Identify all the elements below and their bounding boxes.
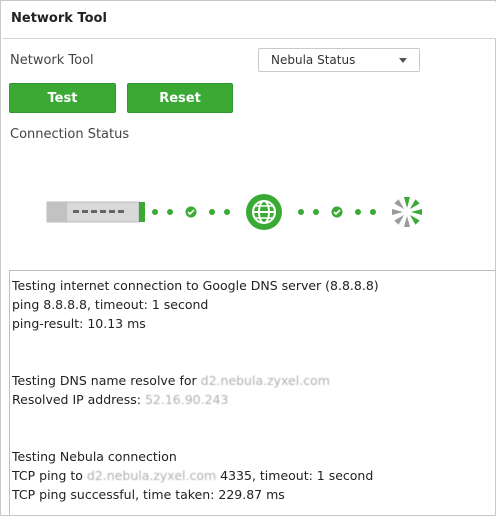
test-output-log: Testing internet connection to Google DN… (9, 270, 495, 516)
nebula-cloud-icon (392, 197, 422, 227)
chevron-down-icon (399, 58, 407, 63)
log-line: ping 8.8.8.8, timeout: 1 second (12, 297, 209, 312)
log-text: TCP ping to (12, 468, 87, 483)
switch-device-icon (46, 201, 145, 223)
redacted-hostname: d2.nebula.zyxel.com (200, 373, 330, 388)
panel-header: Network Tool (2, 2, 496, 39)
panel-title: Network Tool (11, 11, 107, 26)
log-line: ping-result: 10.13 ms (12, 316, 146, 331)
reset-button[interactable]: Reset (127, 83, 233, 113)
log-line: TCP ping successful, time taken: 229.87 … (12, 487, 285, 502)
network-tool-select[interactable]: Nebula Status (258, 48, 420, 72)
redacted-hostname: d2.nebula.zyxel.com (86, 468, 217, 483)
log-text: Testing DNS name resolve for (12, 373, 201, 388)
connection-status-diagram (46, 194, 422, 230)
log-text: Resolved IP address: (12, 392, 145, 407)
log-line: Testing internet connection to Google DN… (12, 278, 379, 293)
network-tool-select-value: Nebula Status (271, 53, 356, 67)
log-line: TCP ping to d2.nebula.zyxel.com 4335, ti… (12, 466, 495, 485)
connection-status-label: Connection Status (10, 127, 130, 142)
log-line: Resolved IP address: 52.16.90.243 (12, 390, 495, 409)
globe-icon (246, 194, 282, 230)
log-line: Testing DNS name resolve for d2.nebula.z… (12, 371, 495, 390)
log-line: Testing Nebula connection (12, 449, 177, 464)
log-text: 4335, timeout: 1 second (216, 468, 374, 483)
connection-link-right (298, 206, 376, 218)
redacted-ip: 52.16.90.243 (144, 392, 229, 407)
network-tool-label: Network Tool (10, 53, 94, 68)
test-button[interactable]: Test (9, 83, 116, 113)
connection-link-left (152, 206, 230, 218)
